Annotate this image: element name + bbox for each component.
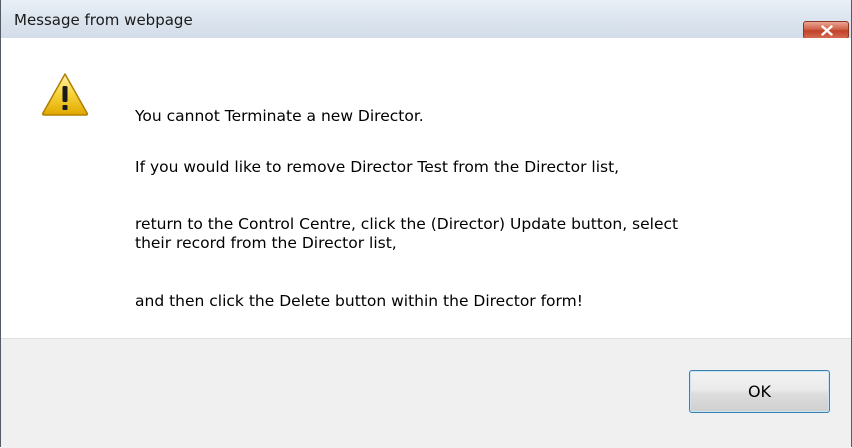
title-bar[interactable]: Message from webpage — [1, 0, 851, 39]
warning-icon — [41, 73, 89, 116]
message-line-1: You cannot Terminate a new Director. — [135, 107, 424, 125]
message-line-3b: their record from the Director list, — [135, 234, 397, 252]
message-line-4: and then click the Delete button within … — [135, 292, 583, 310]
close-icon — [821, 25, 833, 36]
dialog-title: Message from webpage — [14, 11, 193, 29]
close-button[interactable] — [803, 21, 849, 39]
message-line-2: If you would like to remove Director Tes… — [135, 158, 620, 176]
message-dialog: Message from webpage You cannot Terminat… — [0, 0, 852, 448]
message-line-3a: return to the Control Centre, click the … — [135, 215, 679, 233]
ok-button[interactable]: OK — [689, 370, 830, 413]
